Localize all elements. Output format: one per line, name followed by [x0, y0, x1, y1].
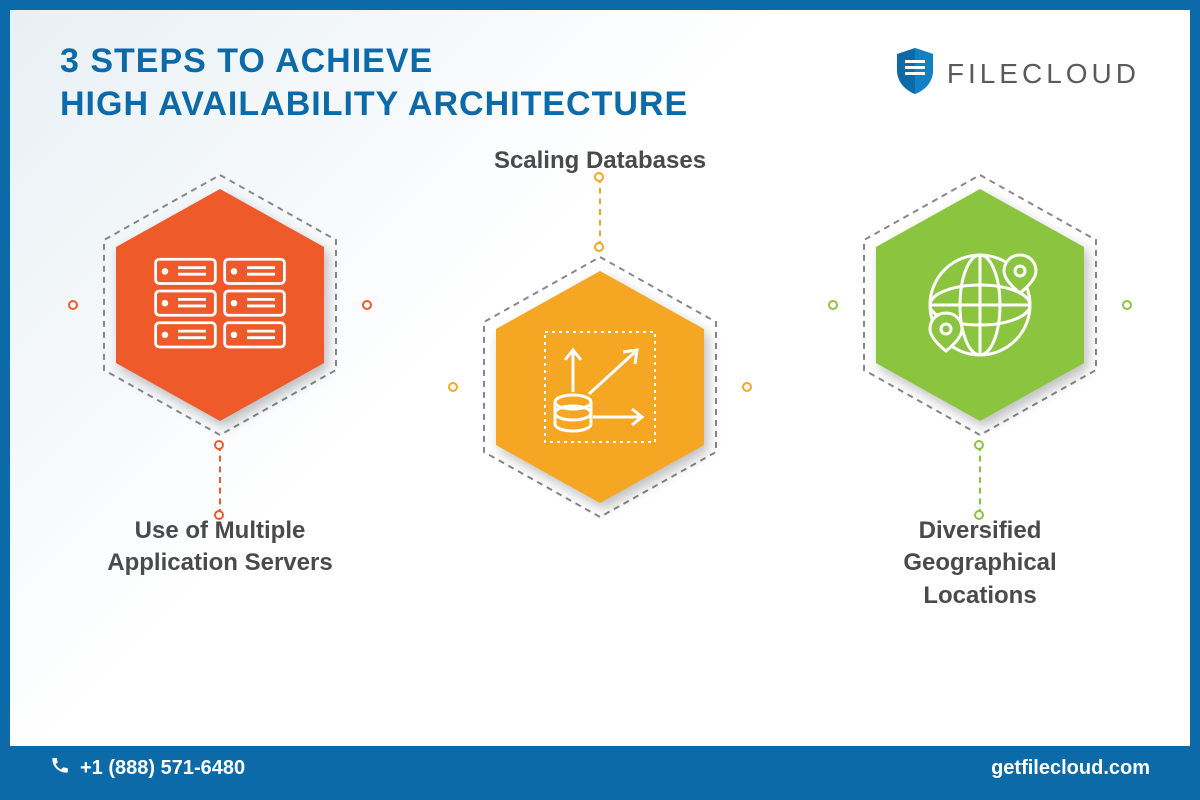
connector-dot: [214, 510, 224, 520]
brand-logo: FILECLOUD: [893, 46, 1140, 101]
step-3: Diversified Geographical Locations: [820, 165, 1140, 612]
connector-dot: [974, 510, 984, 520]
step-2: Scaling Databases: [440, 145, 760, 527]
connector-dot: [594, 172, 604, 182]
connector-dot: [448, 382, 458, 392]
step-1: Use of Multiple Application Servers: [60, 165, 380, 580]
scale-database-icon: [530, 317, 670, 457]
brand-name: FILECLOUD: [947, 58, 1140, 90]
title-line-1: 3 STEPS TO ACHIEVE: [60, 42, 433, 80]
diagram-content: Use of Multiple Application Servers Scal…: [10, 135, 1190, 725]
phone-icon: [50, 755, 70, 781]
hexagon-3: [840, 165, 1120, 445]
connector-1: [219, 445, 221, 515]
connector-dot: [742, 382, 752, 392]
globe-pins-icon: [910, 235, 1050, 375]
step-1-label: Use of Multiple Application Servers: [100, 515, 340, 580]
footer: +1 (888) 571-6480 getfilecloud.com: [10, 746, 1190, 790]
footer-url: getfilecloud.com: [991, 757, 1150, 780]
connector-dot: [214, 440, 224, 450]
step-3-label: Diversified Geographical Locations: [860, 515, 1100, 612]
footer-phone: +1 (888) 571-6480: [50, 755, 245, 781]
connector-dot: [974, 440, 984, 450]
connector-dot: [1122, 300, 1132, 310]
connector-3: [979, 445, 981, 515]
connector-dot: [68, 300, 78, 310]
filecloud-shield-icon: [893, 46, 937, 101]
title-line-2: HIGH AVAILABILITY ARCHITECTURE: [60, 85, 688, 123]
connector-dot: [362, 300, 372, 310]
connector-2: [599, 177, 601, 247]
servers-icon: [150, 235, 290, 375]
header: 3 STEPS TO ACHIEVE HIGH AVAILABILITY ARC…: [10, 10, 1190, 135]
infographic-frame: 3 STEPS TO ACHIEVE HIGH AVAILABILITY ARC…: [10, 10, 1190, 790]
connector-dot: [828, 300, 838, 310]
hexagon-2: [460, 247, 740, 527]
hexagon-1: [80, 165, 360, 445]
phone-number: +1 (888) 571-6480: [80, 757, 245, 780]
page-title: 3 STEPS TO ACHIEVE HIGH AVAILABILITY ARC…: [60, 40, 688, 125]
